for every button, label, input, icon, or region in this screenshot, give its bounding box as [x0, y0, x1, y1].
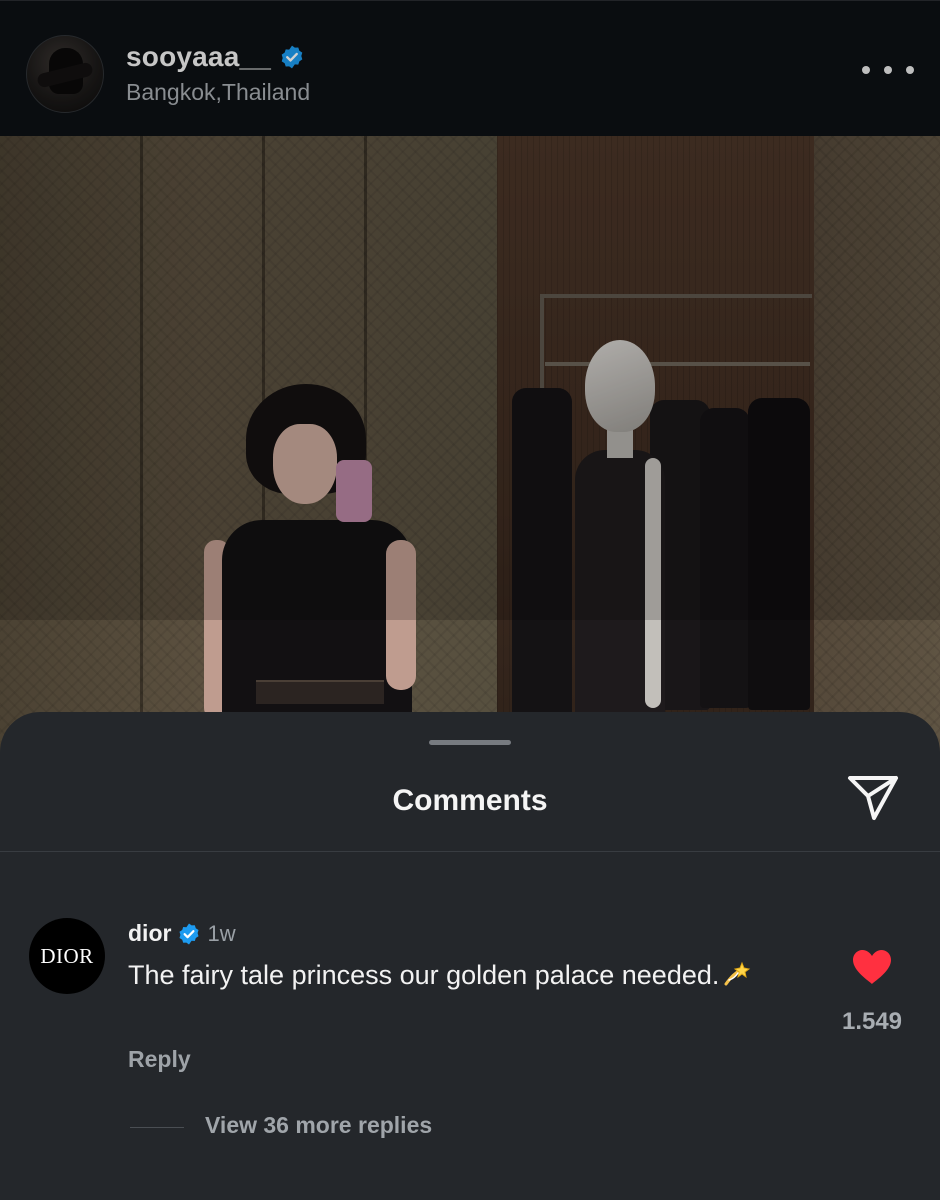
comment-body: The fairy tale princess our golden palac… [128, 958, 768, 993]
person-belt [256, 680, 384, 704]
commenter-avatar[interactable]: DIOR [29, 918, 105, 994]
like-count: 1.549 [841, 1008, 903, 1035]
verified-badge-icon [179, 923, 199, 944]
comments-sheet: Comments DIOR dior 1w The fairy tale pri… [0, 712, 940, 1200]
send-icon[interactable] [846, 772, 900, 824]
comments-title: Comments [392, 784, 548, 817]
comment-text: The fairy tale princess our golden palac… [128, 960, 720, 990]
commenter-username[interactable]: dior [128, 920, 171, 947]
view-more-replies-button[interactable]: View 36 more replies [205, 1112, 432, 1139]
comment-timestamp: 1w [207, 920, 236, 946]
dior-logo-text: DIOR [40, 943, 94, 968]
sheet-drag-handle[interactable] [429, 740, 511, 745]
dizzy-emoji-icon [724, 961, 751, 986]
reply-button[interactable]: Reply [128, 1046, 191, 1073]
photo-dim-overlay [0, 0, 940, 620]
heart-icon[interactable] [851, 948, 893, 986]
sheet-divider [0, 851, 940, 852]
comment-header: dior 1w [128, 920, 236, 947]
replies-connector-line [130, 1127, 184, 1128]
